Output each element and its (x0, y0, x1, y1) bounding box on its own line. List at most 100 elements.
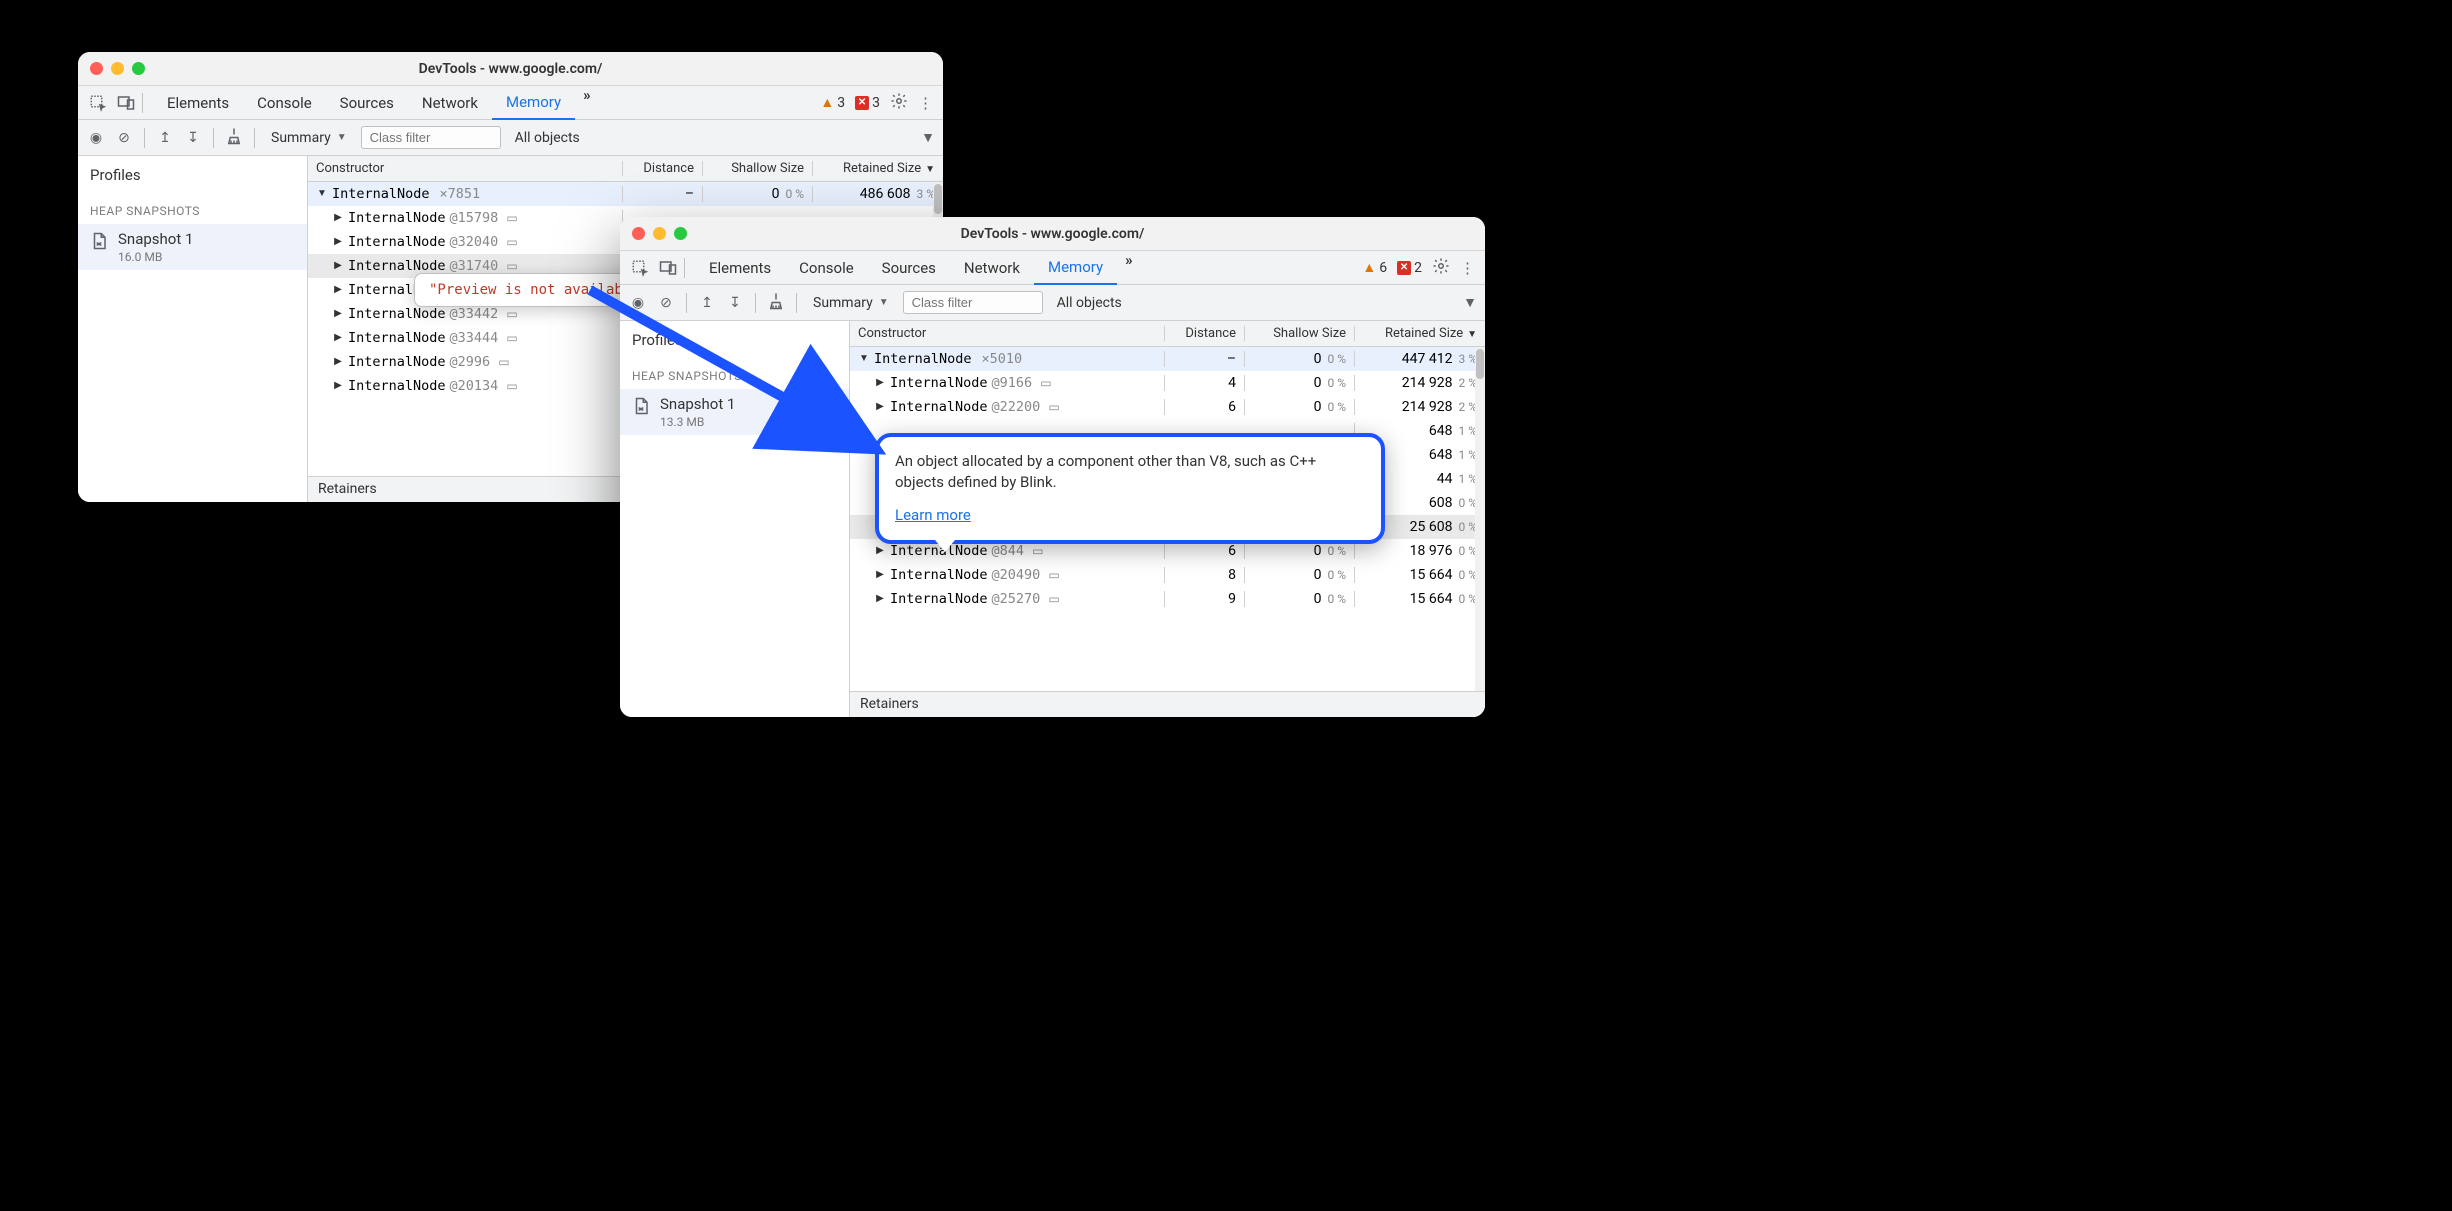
device-toggle-icon[interactable] (654, 259, 682, 277)
open-in-panel-icon[interactable]: ▭ (1048, 568, 1059, 582)
tab-network[interactable]: Network (950, 251, 1034, 285)
expand-caret-icon[interactable]: ▶ (874, 545, 886, 556)
expand-caret-icon[interactable]: ▶ (874, 401, 886, 412)
gear-icon[interactable] (1432, 257, 1450, 279)
zoom-window-icon[interactable] (674, 227, 687, 240)
col-retained[interactable]: Retained Size▼ (1355, 326, 1485, 341)
expand-caret-icon[interactable]: ▶ (332, 308, 344, 319)
object-id: @25270 (992, 591, 1041, 607)
table-row[interactable]: ▶InternalNode @20490▭800 %15 6640 % (850, 563, 1485, 587)
expand-caret-icon[interactable]: ▶ (332, 284, 344, 295)
table-row[interactable]: ▶InternalNode @22200▭600 %214 9282 % (850, 395, 1485, 419)
open-in-panel-icon[interactable]: ▭ (1048, 592, 1059, 606)
scroll-thumb[interactable] (934, 184, 942, 214)
gear-icon[interactable] (890, 92, 908, 114)
snapshot-item[interactable]: Snapshot 1 13.3 MB (620, 389, 849, 435)
zoom-window-icon[interactable] (132, 62, 145, 75)
expand-caret-icon[interactable]: ▶ (332, 356, 344, 367)
tab-memory[interactable]: Memory (492, 86, 575, 120)
upload-icon[interactable]: ↥ (155, 130, 175, 146)
titlebar[interactable]: DevTools - www.google.com/ (78, 52, 943, 86)
close-window-icon[interactable] (90, 62, 103, 75)
inspect-icon[interactable] (626, 259, 654, 277)
table-row[interactable]: ▶InternalNode @25270▭900 %15 6640 % (850, 587, 1485, 611)
record-icon[interactable]: ◉ (628, 295, 648, 311)
col-distance[interactable]: Distance (623, 161, 703, 176)
expand-caret-icon[interactable]: ▶ (332, 236, 344, 247)
upload-icon[interactable]: ↥ (697, 295, 717, 311)
kebab-icon[interactable]: ⋮ (1460, 259, 1475, 277)
tab-elements[interactable]: Elements (695, 251, 785, 285)
scope-dropdown[interactable]: All objects (509, 130, 586, 146)
col-retained[interactable]: Retained Size▼ (813, 161, 943, 176)
minimize-window-icon[interactable] (653, 227, 666, 240)
class-filter-input[interactable] (903, 291, 1043, 314)
expand-caret-icon[interactable]: ▶ (874, 569, 886, 580)
errors-badge[interactable]: ✕3 (855, 95, 880, 111)
clear-icon[interactable]: ⊘ (114, 130, 134, 146)
open-in-panel-icon[interactable]: ▭ (1048, 400, 1059, 414)
expand-caret-icon[interactable]: ▶ (332, 260, 344, 271)
warnings-badge[interactable]: ▲6 (1362, 259, 1387, 276)
expand-caret-icon[interactable]: ▼ (858, 353, 870, 364)
gc-broom-icon[interactable] (224, 127, 244, 149)
open-in-panel-icon[interactable]: ▭ (506, 307, 517, 321)
snapshot-item[interactable]: Snapshot 1 16.0 MB (78, 224, 307, 270)
table-row[interactable]: ▶InternalNode @9166▭400 %214 9282 % (850, 371, 1485, 395)
download-icon[interactable]: ↧ (725, 295, 745, 311)
expand-caret-icon[interactable]: ▼ (316, 188, 328, 199)
constructor-group-row[interactable]: ▼InternalNode×5010 – 00 % 447 4123 % (850, 347, 1485, 371)
clear-icon[interactable]: ⊘ (656, 295, 676, 311)
tab-memory[interactable]: Memory (1034, 251, 1117, 285)
view-mode-dropdown[interactable]: Summary ▼ (265, 130, 353, 146)
chevron-down-icon[interactable]: ▼ (921, 129, 935, 146)
open-in-panel-icon[interactable]: ▭ (1040, 376, 1051, 390)
expand-caret-icon[interactable]: ▶ (332, 332, 344, 343)
learn-more-link[interactable]: Learn more (895, 505, 971, 526)
errors-badge[interactable]: ✕2 (1397, 260, 1422, 276)
scope-dropdown[interactable]: All objects (1051, 295, 1128, 311)
view-mode-dropdown[interactable]: Summary ▼ (807, 295, 895, 311)
expand-caret-icon[interactable]: ▶ (332, 212, 344, 223)
record-icon[interactable]: ◉ (86, 130, 106, 146)
class-filter-input[interactable] (361, 126, 501, 149)
expand-caret-icon[interactable]: ▶ (874, 377, 886, 388)
minimize-window-icon[interactable] (111, 62, 124, 75)
col-constructor[interactable]: Constructor (308, 161, 623, 176)
col-distance[interactable]: Distance (1165, 326, 1245, 341)
open-in-panel-icon[interactable]: ▭ (1032, 544, 1043, 558)
open-in-panel-icon[interactable]: ▭ (506, 331, 517, 345)
expand-caret-icon[interactable]: ▶ (332, 380, 344, 391)
open-in-panel-icon[interactable]: ▭ (506, 379, 517, 393)
tab-console[interactable]: Console (243, 86, 326, 120)
open-in-panel-icon[interactable]: ▭ (506, 259, 517, 273)
constructor-group-row[interactable]: ▼InternalNode×7851 – 00 % 486 6083 % (308, 182, 943, 206)
open-in-panel-icon[interactable]: ▭ (506, 211, 517, 225)
scrollbar[interactable] (1475, 347, 1485, 691)
scroll-thumb[interactable] (1476, 349, 1484, 379)
tab-network[interactable]: Network (408, 86, 492, 120)
gc-broom-icon[interactable] (766, 292, 786, 314)
tab-elements[interactable]: Elements (153, 86, 243, 120)
more-tabs-icon[interactable]: » (1117, 251, 1141, 285)
download-icon[interactable]: ↧ (183, 130, 203, 146)
expand-caret-icon[interactable]: ▶ (874, 593, 886, 604)
device-toggle-icon[interactable] (112, 94, 140, 112)
col-shallow[interactable]: Shallow Size (1245, 326, 1355, 341)
warnings-badge[interactable]: ▲3 (820, 94, 845, 111)
col-constructor[interactable]: Constructor (850, 326, 1165, 341)
object-id: @32040 (450, 234, 499, 250)
tab-console[interactable]: Console (785, 251, 868, 285)
inspect-icon[interactable] (84, 94, 112, 112)
open-in-panel-icon[interactable]: ▭ (506, 235, 517, 249)
retainers-pane-header[interactable]: Retainers (850, 691, 1485, 717)
tab-sources[interactable]: Sources (326, 86, 408, 120)
col-shallow[interactable]: Shallow Size (703, 161, 813, 176)
tab-sources[interactable]: Sources (868, 251, 950, 285)
more-tabs-icon[interactable]: » (575, 86, 599, 120)
chevron-down-icon[interactable]: ▼ (1463, 294, 1477, 311)
kebab-icon[interactable]: ⋮ (918, 94, 933, 112)
close-window-icon[interactable] (632, 227, 645, 240)
open-in-panel-icon[interactable]: ▭ (498, 355, 509, 369)
titlebar[interactable]: DevTools - www.google.com/ (620, 217, 1485, 251)
